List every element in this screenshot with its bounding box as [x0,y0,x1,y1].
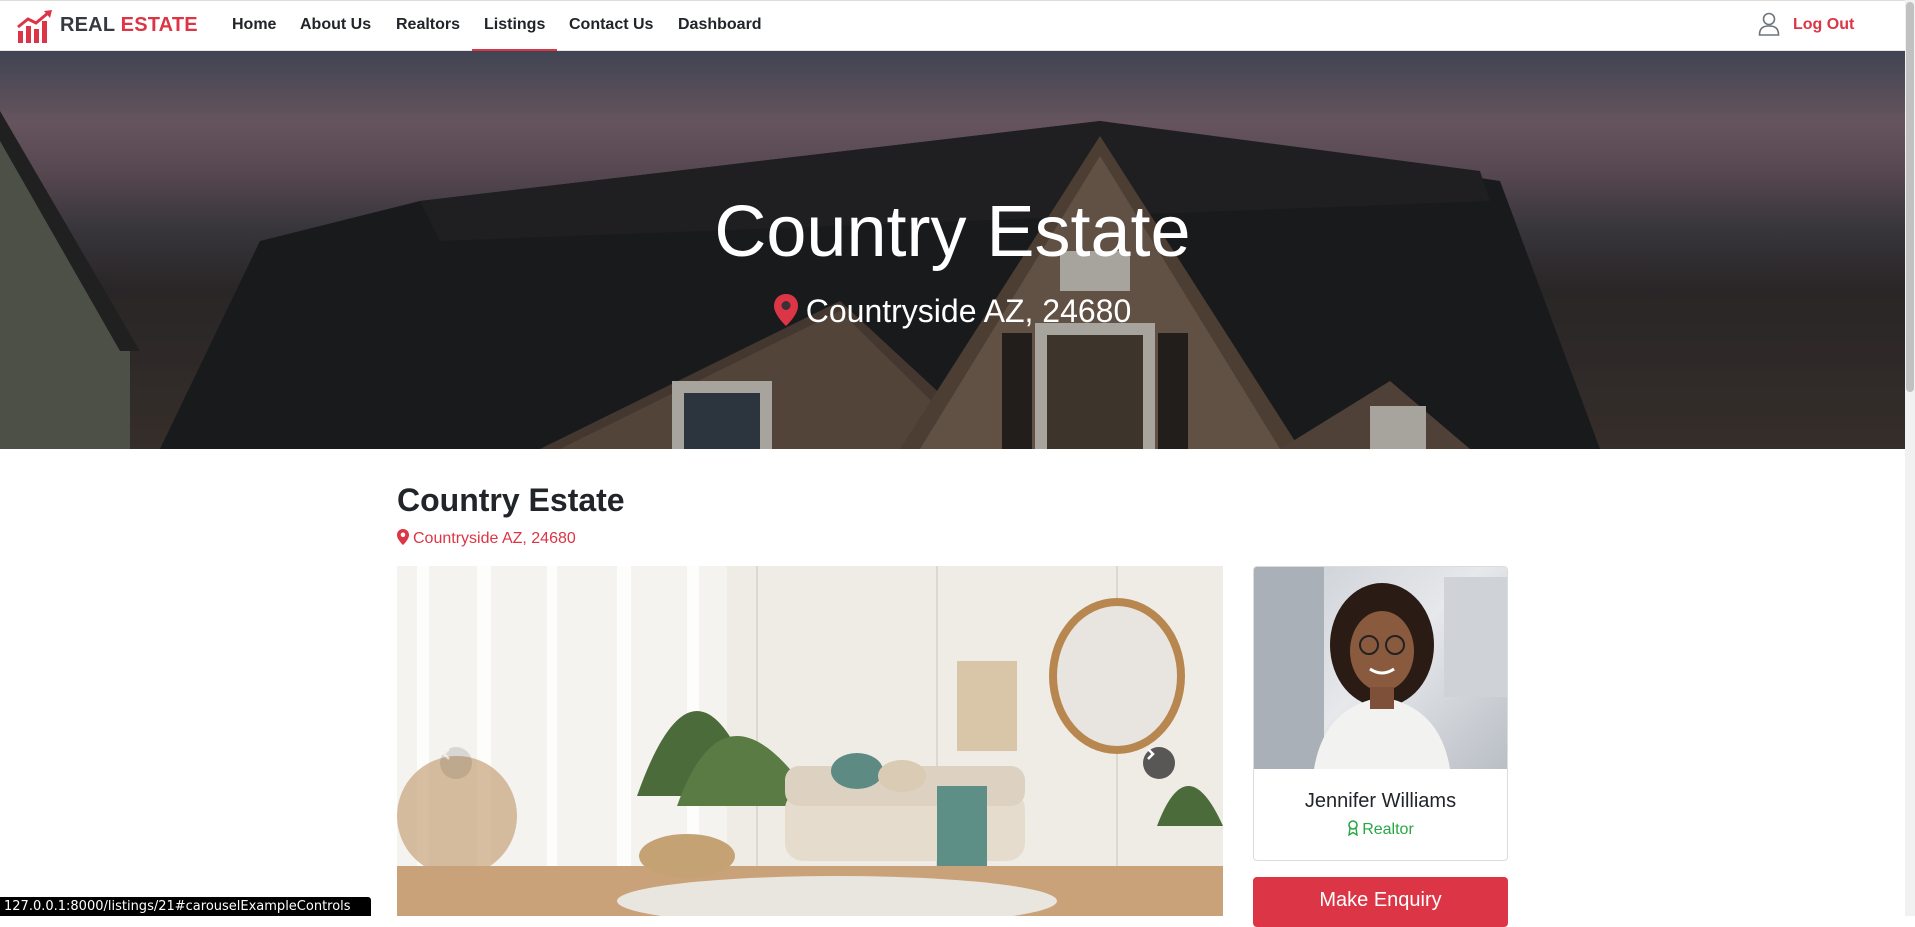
carousel-prev-button[interactable] [440,747,472,779]
nav-link-contact[interactable]: Contact Us [569,16,653,34]
living-room-photo [397,566,1223,916]
brand-logo[interactable] [16,9,54,45]
listing-title: Country Estate [397,482,625,518]
nav-link-home[interactable]: Home [232,16,276,34]
nav-link-dashboard[interactable]: Dashboard [678,16,762,34]
listing-location: Countryside AZ, 24680 [397,529,576,548]
award-icon [1348,820,1359,837]
brand-part1: REAL [60,14,115,36]
nav-link-realtors[interactable]: Realtors [396,16,460,34]
photo-carousel[interactable] [397,566,1223,916]
hero-banner: Country Estate Countryside AZ, 24680 [0,51,1905,449]
map-marker-icon [773,294,798,326]
status-bar-url: 127.0.0.1:8000/listings/21#carouselExamp… [0,897,371,916]
nav-link-about[interactable]: About Us [300,16,371,34]
realtor-role-text: Realtor [1362,821,1414,838]
chevron-right-icon [1147,748,1155,760]
logout-link[interactable]: Log Out [1793,16,1854,34]
hero-location: Countryside AZ, 24680 [0,293,1905,330]
make-enquiry-button[interactable]: Make Enquiry [1253,877,1508,927]
brand-part2: ESTATE [120,14,198,36]
user-icon[interactable] [1758,12,1780,36]
map-marker-icon [397,529,409,545]
listing-location-text: Countryside AZ, 24680 [413,530,576,547]
realtor-role: Realtor [1254,820,1507,839]
realtor-photo [1254,567,1507,769]
chevron-left-icon [442,748,450,760]
nav-link-listings[interactable]: Listings [484,16,545,34]
scrollbar-thumb[interactable] [1906,2,1914,392]
hero-title: Country Estate [714,192,1191,272]
realtor-card: Jennifer Williams Realtor [1253,566,1508,861]
hero-location-text: Countryside AZ, 24680 [805,293,1132,329]
carousel-next-button[interactable] [1143,747,1175,779]
brand-name[interactable]: REAL ESTATE [60,14,198,37]
navbar: REAL ESTATE Home About Us Realtors Listi… [0,0,1905,52]
chart-arrow-icon [17,10,52,43]
realtor-portrait [1254,567,1507,769]
realtor-name: Jennifer Williams [1304,790,1457,812]
